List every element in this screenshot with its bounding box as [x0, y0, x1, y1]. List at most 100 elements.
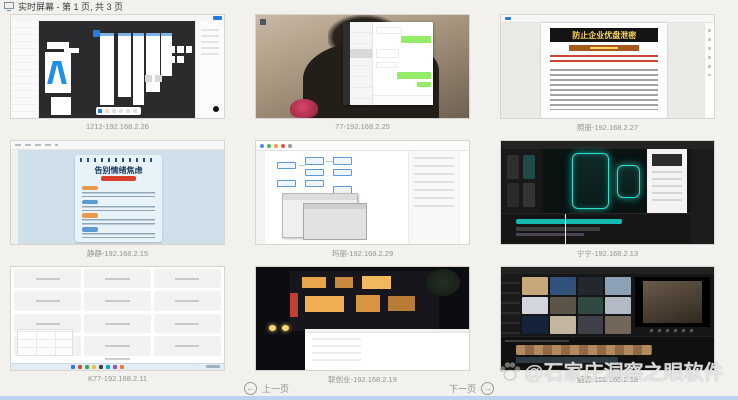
media-tile — [522, 297, 548, 315]
note-poster: 告别情绪焦虑 — [75, 155, 162, 242]
flowchart-node — [277, 180, 296, 187]
media-tile — [578, 277, 604, 295]
timeline-toolbar — [505, 340, 569, 342]
player-controls — [650, 329, 693, 332]
logo-artboard — [45, 52, 71, 93]
taskbar-icon — [120, 365, 124, 369]
canvas-chip — [186, 46, 193, 53]
logo-shape — [56, 61, 67, 84]
timeline — [501, 336, 714, 370]
panel-lines — [414, 157, 454, 213]
screen-thumbnail-lianchuangye[interactable] — [255, 266, 470, 371]
screen-thumbnail-77[interactable] — [255, 14, 470, 119]
tool-icon — [112, 109, 116, 113]
section-chip — [82, 200, 98, 204]
grid-card — [154, 314, 221, 333]
mobile-frame — [118, 33, 132, 98]
white-window — [305, 329, 469, 370]
section-lines — [82, 219, 155, 224]
incoming-message-bubble — [376, 62, 397, 69]
media-tile — [605, 297, 631, 315]
timeline-clip — [516, 233, 584, 237]
night-building — [290, 271, 439, 331]
logo-shape — [47, 61, 58, 84]
app-icon — [505, 17, 511, 21]
car-headlight — [282, 325, 289, 331]
car-headlight — [269, 325, 276, 331]
grid-card — [84, 314, 151, 333]
canvas-chip — [155, 75, 162, 82]
document-page: 防止企业优盘泄密 — [541, 23, 667, 118]
foliage — [426, 269, 460, 296]
incoming-message-bubble — [376, 27, 403, 34]
section-chip — [82, 227, 98, 231]
mobile-frame — [133, 33, 144, 105]
prev-page-button[interactable]: ← 上一页 — [244, 382, 289, 395]
diagram-toolbar — [256, 141, 469, 151]
dialog-window — [303, 203, 367, 240]
media-tile — [605, 277, 631, 295]
media-panel — [501, 149, 541, 213]
left-sidebar — [501, 274, 520, 336]
grid-card — [14, 291, 81, 310]
flowchart-node — [333, 169, 352, 176]
tool-icon — [119, 109, 123, 113]
taskbar-icon — [85, 365, 89, 369]
grid-card — [14, 269, 81, 288]
screen-thumbnail-mali[interactable] — [255, 140, 470, 245]
media-tile — [605, 316, 631, 334]
screen-thumbnail-zhaoce[interactable]: 防止企业优盘泄密 — [500, 14, 715, 119]
media-grid — [522, 277, 631, 334]
grid-card — [154, 336, 221, 355]
tool-icon — [288, 144, 292, 148]
lit-window — [302, 277, 326, 288]
format-panel — [408, 151, 459, 244]
screen-thumbnail-meiying[interactable] — [500, 266, 715, 371]
right-rail — [691, 149, 714, 244]
window-bottom-edge — [0, 396, 738, 400]
canvas-toolbar — [96, 107, 141, 115]
canvas-card — [64, 48, 79, 53]
pagination-bar: ← 上一页 下一页 → — [0, 382, 738, 395]
section-lines — [82, 192, 155, 197]
share-button-icon — [213, 16, 222, 20]
lit-window — [335, 277, 353, 288]
section-lines — [82, 233, 155, 237]
flowchart-node — [277, 162, 296, 169]
timeline — [501, 213, 691, 244]
screen-label: 玛丽-192.168.2.29 — [255, 248, 470, 259]
poster-red-badge — [101, 176, 136, 181]
outgoing-message-bubble — [417, 82, 431, 88]
grid-card — [84, 269, 151, 288]
screen-cell: K77-192.168.2.11 — [10, 266, 225, 383]
next-page-button[interactable]: 下一页 → — [449, 382, 494, 395]
canvas-chip — [145, 75, 152, 82]
audio-track — [516, 357, 618, 362]
tool-icon — [267, 144, 271, 148]
flowchart-node — [305, 169, 324, 176]
red-sign — [290, 293, 297, 317]
properties-panel — [195, 21, 224, 118]
screen-thumbnail-jingjing[interactable]: 告别情绪焦虑 — [10, 140, 225, 245]
white-side-panel — [647, 149, 687, 213]
wechat-window — [343, 22, 432, 104]
tool-icon — [105, 109, 109, 113]
outgoing-message-bubble — [401, 36, 431, 43]
screen-thumbnail-k77[interactable] — [10, 266, 225, 371]
lit-window — [362, 276, 392, 289]
screen-cell: 宁宁-192.168.2.13 — [500, 140, 715, 259]
screen-label: 77-192.168.2.25 — [255, 122, 470, 131]
media-tile — [507, 155, 519, 179]
screen-thumbnail-ningning[interactable] — [500, 140, 715, 245]
screen-thumbnail-1212[interactable] — [10, 14, 225, 119]
app-tab-bar — [11, 15, 224, 21]
mini-table — [17, 329, 72, 356]
spiral-binding — [80, 158, 157, 162]
screen-cell: 77-192.168.2.25 — [255, 14, 470, 131]
section-chip — [82, 186, 98, 190]
taskbar-icon — [78, 365, 82, 369]
panel-lines — [201, 29, 219, 58]
taskbar-icon — [99, 365, 103, 369]
desktop-icons — [260, 19, 318, 110]
pager-dashes — [105, 358, 131, 360]
